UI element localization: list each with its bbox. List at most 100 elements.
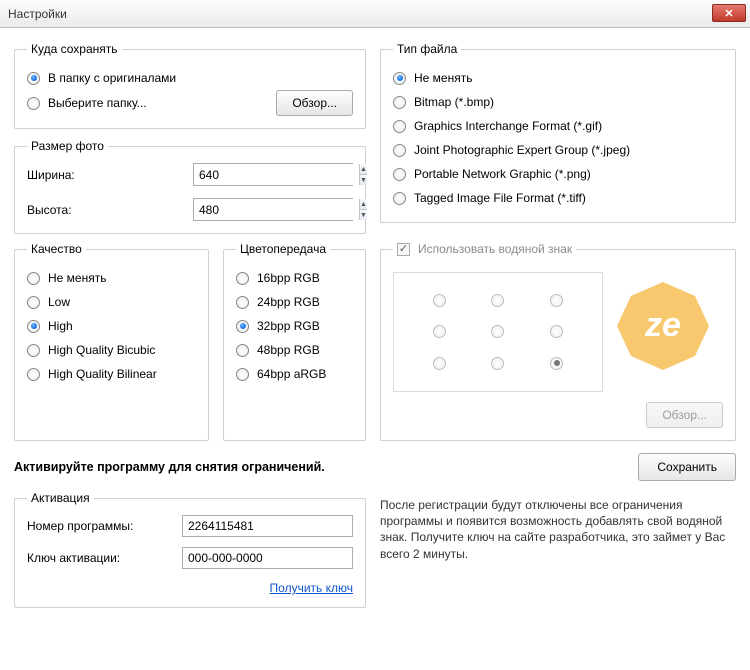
group-activation: Активация Номер программы: Ключ активаци… (14, 491, 366, 608)
logo-icon: ze (613, 276, 713, 376)
radio-icon (27, 97, 40, 110)
radio-label: Bitmap (*.bmp) (414, 95, 494, 109)
radio-label: Joint Photographic Expert Group (*.jpeg) (414, 143, 630, 157)
close-button[interactable]: ✕ (712, 4, 746, 22)
radio-icon (393, 96, 406, 109)
height-input[interactable] (194, 199, 359, 220)
radio-label: 24bpp RGB (257, 295, 320, 309)
legend-save-where: Куда сохранять (27, 42, 122, 56)
watermark-pos-0[interactable] (433, 294, 446, 307)
group-quality: Качество Не менятьLowHighHigh Quality Bi… (14, 242, 209, 441)
radio-icon (393, 192, 406, 205)
radio-icon (236, 344, 249, 357)
activation-key-label: Ключ активации: (27, 551, 182, 565)
radio-label: High Quality Bilinear (48, 367, 157, 381)
titlebar[interactable]: Настройки ✕ (0, 0, 750, 28)
watermark-label: Использовать водяной знак (418, 242, 572, 256)
radio-label: Выберите папку... (48, 96, 147, 110)
watermark-position-grid[interactable] (393, 272, 603, 392)
radio-label: Low (48, 295, 70, 309)
watermark-pos-3[interactable] (433, 325, 446, 338)
height-spinner[interactable]: ▲ ▼ (193, 198, 353, 221)
watermark-checkbox (397, 243, 410, 256)
quality-option-4[interactable]: High Quality Bilinear (27, 362, 196, 386)
radio-icon (236, 272, 249, 285)
radio-icon (27, 272, 40, 285)
quality-option-3[interactable]: High Quality Bicubic (27, 338, 196, 362)
color-option-3[interactable]: 48bpp RGB (236, 338, 353, 362)
radio-label: Graphics Interchange Format (*.gif) (414, 119, 602, 133)
watermark-pos-2[interactable] (550, 294, 563, 307)
width-input[interactable] (194, 164, 359, 185)
group-size: Размер фото Ширина: ▲ ▼ Высота: (14, 139, 366, 234)
radio-icon (27, 368, 40, 381)
filetype-option-5[interactable]: Tagged Image File Format (*.tiff) (393, 186, 723, 210)
browse-folder-button[interactable]: Обзор... (276, 90, 353, 116)
radio-icon (27, 296, 40, 309)
watermark-pos-7[interactable] (491, 357, 504, 370)
color-option-2[interactable]: 32bpp RGB (236, 314, 353, 338)
radio-icon (236, 320, 249, 333)
filetype-option-2[interactable]: Graphics Interchange Format (*.gif) (393, 114, 723, 138)
filetype-option-4[interactable]: Portable Network Graphic (*.png) (393, 162, 723, 186)
radio-label: 48bpp RGB (257, 343, 320, 357)
radio-icon (27, 320, 40, 333)
radio-label: High Quality Bicubic (48, 343, 155, 357)
group-color: Цветопередача 16bpp RGB 24bpp RGB 32bpp RG… (223, 242, 366, 441)
legend-color: Цветопередача (236, 242, 330, 256)
radio-label: 64bpp aRGB (257, 367, 326, 381)
program-number-input[interactable] (182, 515, 353, 537)
get-key-link[interactable]: Получить ключ (182, 579, 353, 595)
watermark-pos-5[interactable] (550, 325, 563, 338)
color-option-1[interactable]: 24bpp RGB (236, 290, 353, 314)
watermark-pos-1[interactable] (491, 294, 504, 307)
filetype-option-3[interactable]: Joint Photographic Expert Group (*.jpeg) (393, 138, 723, 162)
watermark-pos-8[interactable] (550, 357, 563, 370)
activation-key-input[interactable] (182, 547, 353, 569)
spin-down-icon[interactable]: ▼ (359, 174, 367, 185)
height-label: Высота: (27, 203, 193, 217)
quality-option-0[interactable]: Не менять (27, 266, 196, 290)
radio-label: В папку с оригиналами (48, 71, 176, 85)
window-title: Настройки (8, 7, 67, 21)
spin-up-icon[interactable]: ▲ (359, 199, 367, 209)
radio-label: High (48, 319, 73, 333)
radio-label: Tagged Image File Format (*.tiff) (414, 191, 586, 205)
radio-icon (236, 368, 249, 381)
program-number-label: Номер программы: (27, 519, 182, 533)
quality-option-2[interactable]: High (27, 314, 196, 338)
legend-watermark: Использовать водяной знак (393, 242, 576, 256)
watermark-pos-4[interactable] (491, 325, 504, 338)
color-option-4[interactable]: 64bpp aRGB (236, 362, 353, 386)
save-button[interactable]: Сохранить (638, 453, 736, 481)
radio-save-originals[interactable]: В папку с оригиналами (27, 66, 353, 90)
legend-activation: Активация (27, 491, 94, 505)
legend-filetype: Тип файла (393, 42, 461, 56)
filetype-option-0[interactable]: Не менять (393, 66, 723, 90)
legend-size: Размер фото (27, 139, 108, 153)
quality-option-1[interactable]: Low (27, 290, 196, 314)
dialog-content: Куда сохранять В папку с оригиналами Выб… (0, 28, 750, 670)
width-label: Ширина: (27, 168, 193, 182)
activation-description: После регистрации будут отключены все ог… (380, 491, 736, 608)
group-save-where: Куда сохранять В папку с оригиналами Выб… (14, 42, 366, 129)
radio-icon (393, 144, 406, 157)
watermark-browse-button: Обзор... (646, 402, 723, 428)
radio-label: Portable Network Graphic (*.png) (414, 167, 591, 181)
filetype-option-1[interactable]: Bitmap (*.bmp) (393, 90, 723, 114)
spin-down-icon[interactable]: ▼ (359, 209, 367, 220)
watermark-pos-6[interactable] (433, 357, 446, 370)
close-icon: ✕ (724, 7, 733, 20)
radio-label: 16bpp RGB (257, 271, 320, 285)
color-option-0[interactable]: 16bpp RGB (236, 266, 353, 290)
group-watermark: Использовать водяной знак ze Обзор... (380, 242, 736, 441)
spin-up-icon[interactable]: ▲ (359, 164, 367, 174)
group-filetype: Тип файла Не менять Bitmap (*.bmp) Graphic… (380, 42, 736, 223)
svg-text:ze: ze (644, 306, 681, 344)
radio-label: 32bpp RGB (257, 319, 320, 333)
radio-icon (27, 72, 40, 85)
width-spinner[interactable]: ▲ ▼ (193, 163, 353, 186)
radio-save-choose[interactable]: Выберите папку... (27, 91, 258, 115)
radio-label: Не менять (48, 271, 106, 285)
radio-icon (393, 168, 406, 181)
